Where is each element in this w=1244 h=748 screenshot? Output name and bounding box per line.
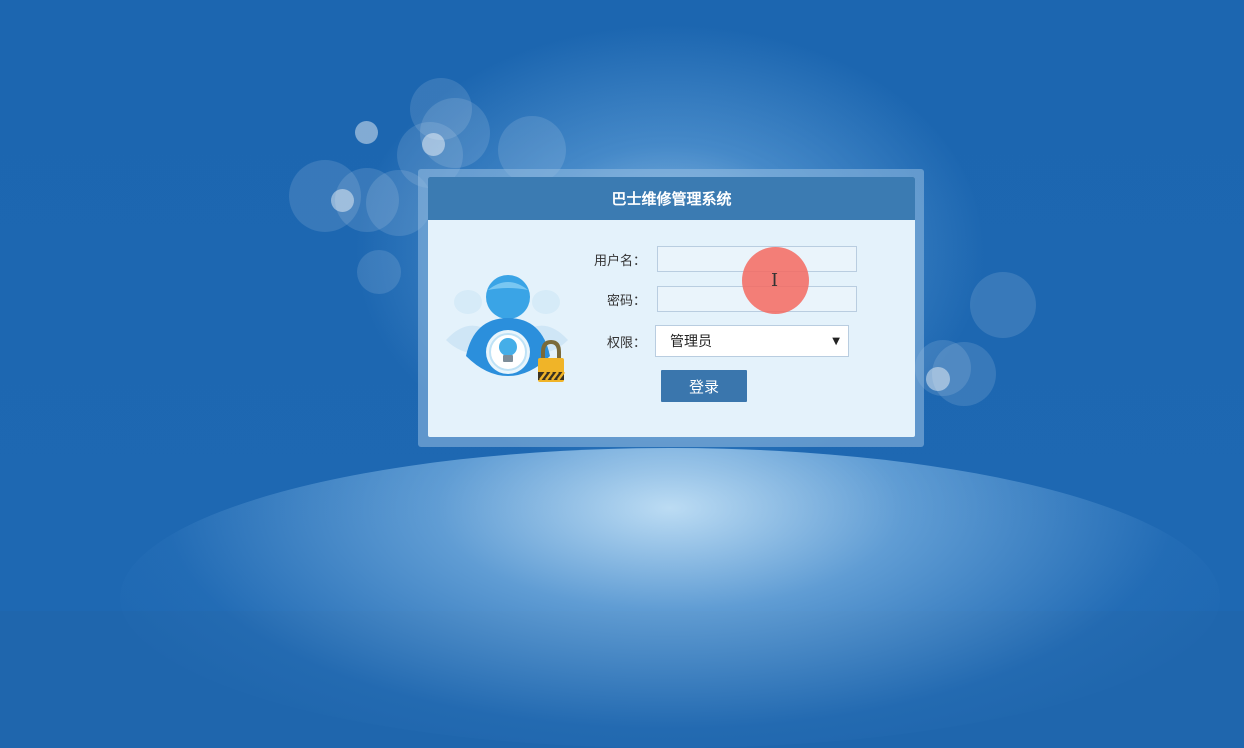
page-title: 巴士维修管理系统 (428, 177, 915, 220)
username-label: 用户名： (593, 253, 646, 269)
role-select[interactable]: 管理员 ▼ (655, 325, 849, 357)
role-label: 权限： (606, 335, 646, 351)
bokeh-bubble (422, 133, 445, 156)
login-button[interactable]: 登录 (661, 370, 747, 402)
user-lock-icon (446, 275, 568, 382)
role-row: 权限： 管理员 ▼ (586, 325, 849, 357)
username-row: 用户名： (586, 246, 857, 272)
login-panel: 巴士维修管理系统 用户名： 密码： 权限： 管理员 ▼ 登录 (428, 177, 915, 437)
password-row: 密码： (586, 286, 857, 312)
role-selected-value: 管理员 (670, 334, 712, 350)
bokeh-bubble (357, 250, 401, 294)
bokeh-bubble (355, 121, 378, 144)
bokeh-bubble (926, 367, 950, 391)
bokeh-bubble (331, 189, 354, 212)
password-label: 密码： (606, 293, 646, 309)
background-glow-arc (120, 448, 1220, 748)
text-cursor-icon: I (771, 270, 779, 291)
chevron-down-icon: ▼ (832, 335, 840, 347)
bokeh-bubble (970, 272, 1036, 338)
